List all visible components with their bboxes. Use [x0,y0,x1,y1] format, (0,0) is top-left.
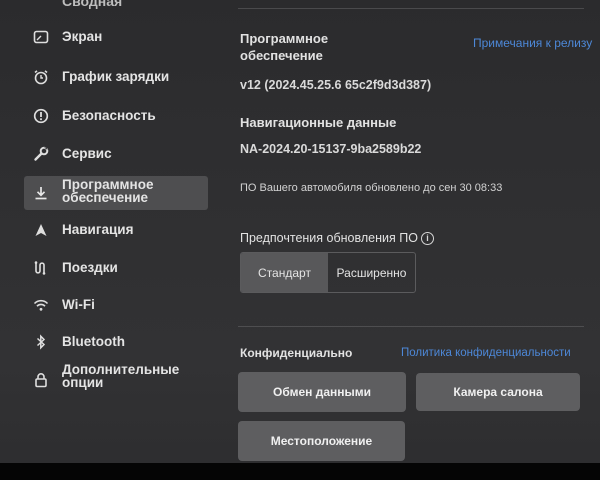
update-preference-selector: Стандарт Расширенно [240,252,416,293]
sidebar-item-label: Программное обеспечение [62,177,154,205]
lock-icon [32,371,50,389]
privacy-heading: Конфиденциально [240,346,353,360]
sidebar-item-label: Bluetooth [62,334,125,349]
update-option-standard[interactable]: Стандарт [241,253,328,292]
cabin-camera-button[interactable]: Камера салона [416,373,580,411]
settings-screen: Сводная Экран График зарядки Безопасност… [0,0,600,480]
sidebar-item-safety[interactable]: Безопасность [24,99,208,133]
nav-data-heading: Навигационные данные [240,115,397,130]
display-icon [32,28,50,46]
software-version: v12 (2024.45.25.6 65c2f9d3d387) [240,78,432,92]
update-option-advanced[interactable]: Расширенно [328,253,415,292]
sidebar-item-label: Экран [62,29,103,44]
data-sharing-button[interactable]: Обмен данными [238,372,406,412]
download-icon [32,184,50,202]
location-button[interactable]: Местоположение [238,421,405,461]
sidebar-item-partial-label[interactable]: Сводная [62,0,122,9]
sidebar-item-trips[interactable]: Поездки [24,251,208,285]
sidebar-item-software[interactable]: Программное обеспечение [24,176,208,210]
privacy-policy-link[interactable]: Политика конфиденциальности [401,347,571,359]
update-preferences-label: Предпочтения обновления ПО [240,231,418,245]
update-status: ПО Вашего автомобиля обновлено до сен 30… [240,182,503,194]
trips-icon [32,259,50,277]
sidebar-item-charging-schedule[interactable]: График зарядки [24,60,208,94]
sidebar-item-bluetooth[interactable]: Bluetooth [24,325,208,359]
release-notes-link[interactable]: Примечания к релизу [473,36,592,50]
sidebar-item-label: Wi-Fi [62,297,95,312]
sidebar-item-wifi[interactable]: Wi-Fi [24,288,208,322]
section-divider [238,326,584,327]
navigation-arrow-icon [32,221,50,239]
sidebar-item-label: Дополнительные опции [62,362,180,390]
alert-circle-icon [32,107,50,125]
top-divider [238,8,584,9]
sidebar-item-label: График зарядки [62,69,170,84]
wrench-icon [32,145,50,163]
sidebar-item-label: Навигация [62,222,134,237]
sidebar-item-service[interactable]: Сервис [24,137,208,171]
screen-bezel [0,463,600,480]
sidebar-item-label: Сервис [62,146,112,161]
bluetooth-icon [32,333,50,351]
sidebar-item-navigation[interactable]: Навигация [24,213,208,247]
alarm-clock-icon [32,68,50,86]
wifi-icon [32,296,50,314]
sidebar-item-display[interactable]: Экран [24,20,208,54]
sidebar-item-label: Безопасность [62,108,156,123]
software-heading: Программное обеспечение [240,31,329,63]
sidebar-item-label: Поездки [62,260,118,275]
nav-data-version: NA-2024.20-15137-9ba2589b22 [240,142,422,156]
sidebar-item-additional-options[interactable]: Дополнительные опции [24,361,208,395]
info-icon[interactable]: i [421,232,434,245]
